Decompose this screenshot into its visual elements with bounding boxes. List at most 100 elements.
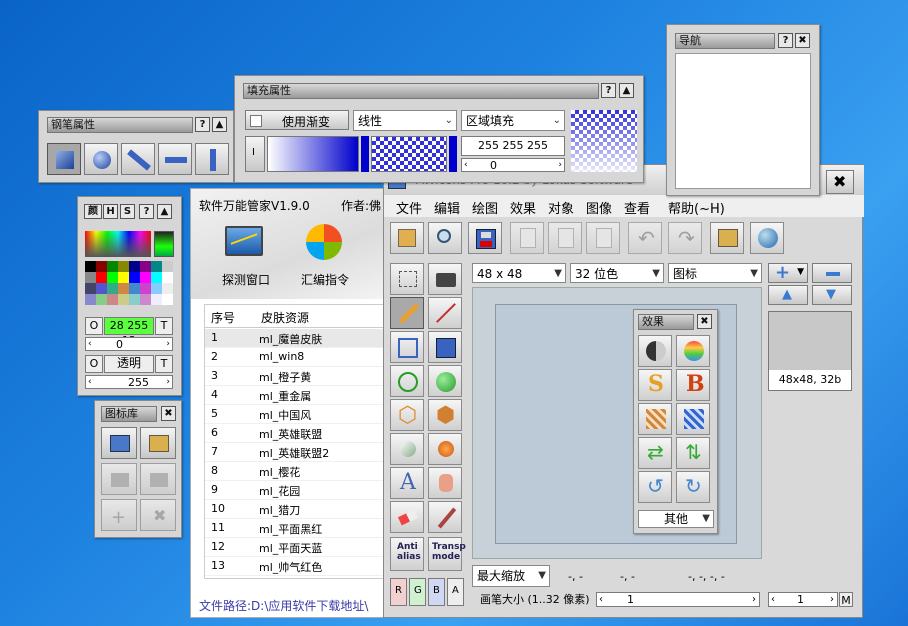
color-help-button[interactable]: ?	[139, 204, 154, 219]
color-tab-h[interactable]: H	[103, 204, 118, 219]
page-slider[interactable]: ‹ 1 ›	[768, 592, 838, 607]
color-spectrum[interactable]	[85, 231, 151, 257]
menu-image[interactable]: 图像	[586, 198, 612, 217]
pen-shape-square-button[interactable]	[47, 143, 81, 175]
compile-icon[interactable]	[306, 224, 342, 260]
toolbar-save-button[interactable]	[468, 222, 502, 254]
tool-filled-rectangle[interactable]	[428, 331, 462, 363]
channel-b-button[interactable]: B	[428, 578, 445, 606]
toolbar-redo-button[interactable]: ↷	[668, 222, 702, 254]
fill-help-button[interactable]: ?	[601, 83, 616, 98]
library-print-button[interactable]	[101, 463, 137, 495]
remove-format-button[interactable]	[812, 263, 852, 283]
effect-shadow[interactable]: S	[638, 369, 672, 401]
toolbar-copy-button[interactable]	[548, 222, 582, 254]
table-row[interactable]: 11 ml_平面黑红	[205, 519, 385, 538]
alpha-t-button[interactable]: T	[155, 355, 173, 373]
library-add-button[interactable]: +	[101, 499, 137, 531]
tool-smudge[interactable]	[428, 467, 462, 499]
image-size-select[interactable]: 48 x 48 ▼	[472, 263, 566, 283]
pen-shape-horizontal-button[interactable]	[158, 143, 192, 175]
color-tab-s[interactable]: S	[120, 204, 135, 219]
col-header-skin[interactable]: 皮肤资源	[261, 309, 309, 326]
effect-grayscale[interactable]	[638, 335, 672, 367]
tool-polygon[interactable]: ⬡	[390, 399, 424, 431]
library-new-button[interactable]	[101, 427, 137, 459]
gradient-bar[interactable]	[267, 136, 359, 172]
color-slider-1[interactable]: ‹ 0 ›	[85, 337, 173, 351]
slider-right-arrow-icon[interactable]: ›	[752, 592, 756, 607]
zoom-select[interactable]: 最大缩放 ▼	[472, 565, 550, 587]
color-o-button[interactable]: O	[85, 317, 103, 335]
table-row[interactable]: 2 ml_win8	[205, 348, 385, 367]
tool-ellipse[interactable]	[390, 365, 424, 397]
color-depth-select[interactable]: 32 位色 ▼	[570, 263, 664, 283]
menu-help[interactable]: 帮助(~H)	[668, 198, 725, 217]
color-palette-grid[interactable]	[85, 261, 173, 305]
table-row[interactable]: 8 ml_樱花	[205, 462, 385, 481]
effects-close-button[interactable]: ✖	[697, 314, 712, 329]
alpha-slider[interactable]: ‹ 255 ›	[85, 375, 173, 389]
effect-noise[interactable]	[638, 403, 672, 435]
col-header-index[interactable]: 序号	[211, 309, 235, 326]
slider-left-arrow-icon[interactable]: ‹	[464, 158, 468, 173]
compile-label[interactable]: 汇编指令	[301, 271, 349, 288]
library-icl-button[interactable]	[140, 463, 176, 495]
table-row[interactable]: 1 ml_魔兽皮肤	[205, 329, 385, 348]
menu-object[interactable]: 对象	[548, 198, 574, 217]
library-delete-button[interactable]: ✖	[140, 499, 176, 531]
slider-left-arrow-icon[interactable]: ‹	[771, 592, 775, 607]
tool-text[interactable]: A	[390, 467, 424, 499]
menu-draw[interactable]: 绘图	[472, 198, 498, 217]
toolbar-open-button[interactable]	[390, 222, 424, 254]
table-row[interactable]: 13 ml_帅气红色	[205, 557, 385, 576]
menu-view[interactable]: 查看	[624, 198, 650, 217]
channel-a-button[interactable]: A	[447, 578, 464, 606]
editor-close-button[interactable]: ✖	[826, 170, 854, 194]
table-row[interactable]: 5 ml_中国风	[205, 405, 385, 424]
tool-filled-polygon[interactable]: ⬢	[428, 399, 462, 431]
tool-filled-ellipse[interactable]	[428, 365, 462, 397]
color-tab-color[interactable]: 颜	[84, 204, 102, 219]
pen-help-button[interactable]: ?	[195, 117, 210, 132]
format-select[interactable]: 图标 ▼	[668, 263, 762, 283]
tool-rectangle[interactable]	[390, 331, 424, 363]
table-row[interactable]: 7 ml_英雄联盟2	[205, 443, 385, 462]
library-open-button[interactable]	[140, 427, 176, 459]
color-collapse-button[interactable]: ▲	[157, 204, 172, 219]
toolbar-cut-button[interactable]	[510, 222, 544, 254]
move-down-button[interactable]: ▼	[812, 285, 852, 305]
slider-right-arrow-icon[interactable]: ›	[166, 337, 170, 352]
slider-left-arrow-icon[interactable]: ‹	[599, 592, 603, 607]
tool-pencil[interactable]	[390, 297, 424, 329]
transparent-field[interactable]: 透明	[104, 355, 154, 373]
slider-right-arrow-icon[interactable]: ›	[558, 158, 562, 173]
gradient-end-stop[interactable]	[449, 136, 457, 172]
move-up-button[interactable]: ▲	[768, 285, 808, 305]
antialias-toggle[interactable]: Anti alias	[390, 537, 424, 571]
probe-window-label[interactable]: 探测窗口	[222, 271, 270, 288]
pen-shape-diagonal-button[interactable]	[121, 143, 155, 175]
library-close-button[interactable]: ✖	[161, 406, 176, 421]
tool-color-replace[interactable]	[390, 433, 424, 465]
pen-size-slider[interactable]: ‹ 1 ›	[596, 592, 760, 607]
table-row[interactable]: 6 ml_英雄联盟	[205, 424, 385, 443]
alpha-o-button[interactable]: O	[85, 355, 103, 373]
probe-window-icon[interactable]	[225, 226, 263, 256]
channel-r-button[interactable]: R	[390, 578, 407, 606]
tool-eraser[interactable]	[390, 501, 424, 533]
use-gradient-toggle[interactable]: 使用渐变	[245, 110, 349, 130]
toolbar-paste-button[interactable]	[586, 222, 620, 254]
gradient-stop-color[interactable]	[361, 136, 369, 172]
table-row[interactable]: 12 ml_平面天蓝	[205, 538, 385, 557]
effect-rotate-right[interactable]: ↻	[676, 471, 710, 503]
pen-collapse-button[interactable]: ▲	[212, 117, 227, 132]
channel-g-button[interactable]: G	[409, 578, 426, 606]
slider-left-arrow-icon[interactable]: ‹	[88, 375, 92, 390]
gradient-type-select[interactable]: 线性 ⌄	[353, 110, 457, 131]
toolbar-library-button[interactable]	[710, 222, 744, 254]
format-preview[interactable]: 48x48, 32b	[768, 311, 852, 391]
slider-right-arrow-icon[interactable]: ›	[830, 592, 834, 607]
tool-eyedropper[interactable]	[428, 501, 462, 533]
tool-select[interactable]	[390, 263, 424, 295]
